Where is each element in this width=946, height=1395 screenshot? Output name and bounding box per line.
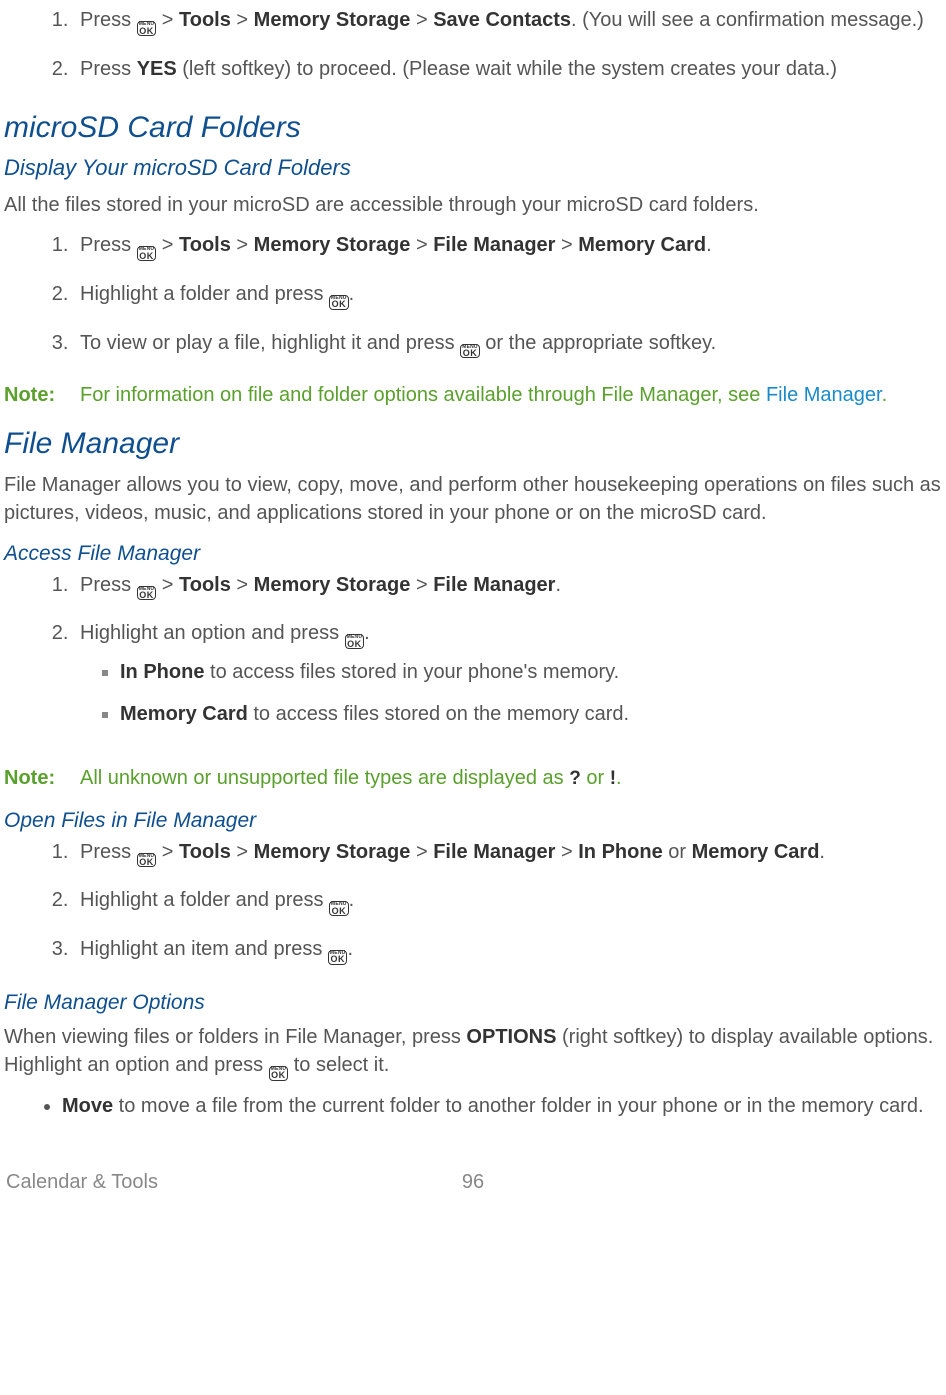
body-text: When viewing files or folders in File Ma… <box>4 1023 942 1082</box>
step-item: Press MENUOK > Tools > Memory Storage > … <box>74 838 942 887</box>
list-item: Move to move a file from the current fol… <box>62 1092 942 1134</box>
subheading-access-fm: Access File Manager <box>4 539 942 568</box>
menu-ok-key-icon: MENUOK <box>137 853 157 868</box>
subheading-fm-options: File Manager Options <box>4 988 942 1017</box>
display-folders-steps: Press MENUOK > Tools > Memory Storage > … <box>4 231 942 377</box>
save-contacts-steps: Press MENUOK > Tools > Memory Storage > … <box>4 6 942 101</box>
note-block: Note: For information on file and folder… <box>4 381 942 409</box>
menu-ok-key-icon: MENUOK <box>269 1066 289 1081</box>
subheading-open-files: Open Files in File Manager <box>4 806 942 835</box>
list-item: In Phone to access files stored in your … <box>120 658 942 700</box>
menu-ok-key-icon: MENUOK <box>345 634 365 649</box>
step-item: Press MENUOK > Tools > Memory Storage > … <box>74 231 942 280</box>
menu-ok-key-icon: MENUOK <box>137 21 157 36</box>
menu-ok-key-icon: MENUOK <box>137 586 157 601</box>
step-item: Press MENUOK > Tools > Memory Storage > … <box>74 6 942 55</box>
note-label: Note: <box>4 381 80 409</box>
body-text: All the files stored in your microSD are… <box>4 191 942 219</box>
menu-ok-key-icon: MENUOK <box>329 295 349 310</box>
step-item: Highlight an option and press MENUOK. In… <box>74 619 942 760</box>
menu-ok-key-icon: MENUOK <box>329 901 349 916</box>
step-item: Press MENUOK > Tools > Memory Storage > … <box>74 571 942 620</box>
heading-microsd-folders: microSD Card Folders <box>4 107 942 149</box>
step-item: To view or play a file, highlight it and… <box>74 329 942 378</box>
file-manager-link[interactable]: File Manager <box>766 384 882 406</box>
open-files-steps: Press MENUOK > Tools > Memory Storage > … <box>4 838 942 984</box>
sub-options-list: In Phone to access files stored in your … <box>80 658 942 742</box>
menu-ok-key-icon: MENUOK <box>328 950 348 965</box>
note-text: All unknown or unsupported file types ar… <box>80 764 942 793</box>
step-item: Highlight a folder and press MENUOK. <box>74 886 942 935</box>
fm-options-list: Move to move a file from the current fol… <box>4 1092 942 1134</box>
subheading-display-folders: Display Your microSD Card Folders <box>4 153 942 184</box>
heading-file-manager: File Manager <box>4 423 942 465</box>
menu-ok-key-icon: MENUOK <box>460 344 480 359</box>
menu-ok-key-icon: MENUOK <box>137 246 157 261</box>
page-number: 96 <box>4 1168 942 1196</box>
step-item: Highlight a folder and press MENUOK. <box>74 280 942 329</box>
body-text: File Manager allows you to view, copy, m… <box>4 471 942 527</box>
note-block: Note: All unknown or unsupported file ty… <box>4 764 942 793</box>
note-label: Note: <box>4 764 80 793</box>
page-footer: Calendar & Tools 96 <box>4 1168 942 1192</box>
step-item: Press YES (left softkey) to proceed. (Pl… <box>74 55 942 101</box>
question-mark-icon: ? <box>569 766 581 793</box>
access-fm-steps: Press MENUOK > Tools > Memory Storage > … <box>4 571 942 760</box>
step-item: Highlight an item and press MENUOK. <box>74 935 942 984</box>
list-item: Memory Card to access files stored on th… <box>120 700 942 742</box>
note-text: For information on file and folder optio… <box>80 381 942 409</box>
